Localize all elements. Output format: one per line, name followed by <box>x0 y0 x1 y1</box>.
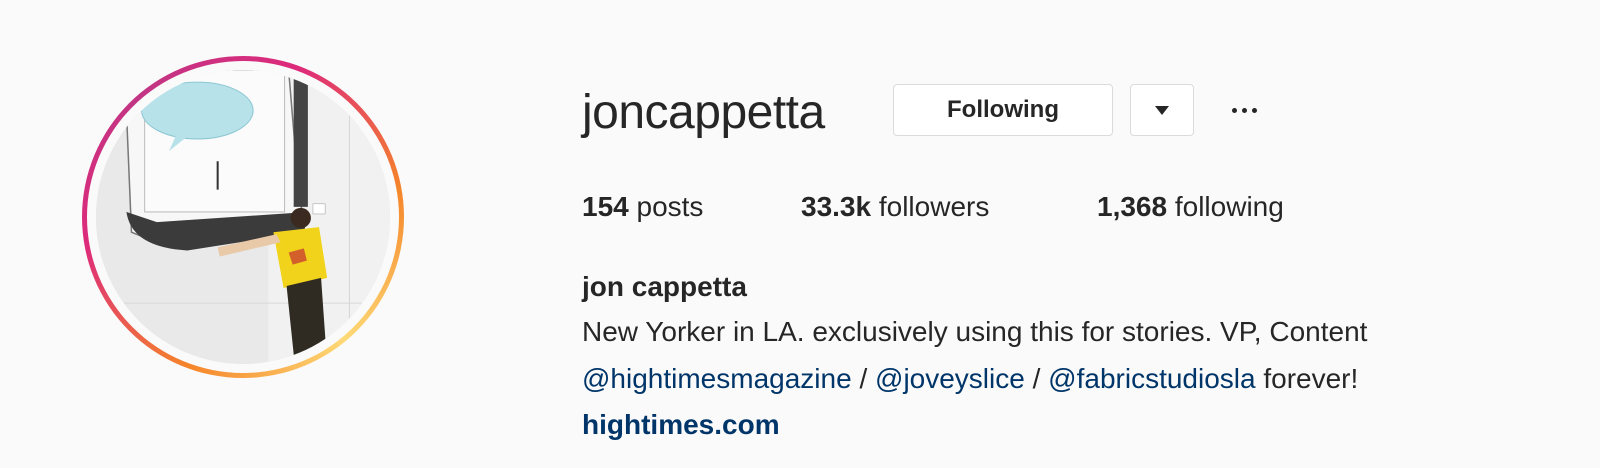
more-options-button[interactable] <box>1224 92 1264 128</box>
posts-count-label: posts <box>636 191 704 222</box>
followers-link[interactable]: 33.3k followers <box>801 190 989 224</box>
full-name: jon cappetta <box>582 271 747 302</box>
posts-count-value: 154 <box>582 191 629 222</box>
avatar[interactable] <box>96 70 390 364</box>
bio-mentions: @hightimesmagazine / @joveyslice / @fabr… <box>582 362 1358 396</box>
mention-link-joveyslice[interactable]: @joveyslice <box>875 363 1025 394</box>
following-count-value: 1,368 <box>1097 191 1168 222</box>
chevron-down-icon <box>1155 105 1169 115</box>
following-count-label: following <box>1174 191 1284 222</box>
suggested-dropdown-button[interactable] <box>1130 84 1194 136</box>
bio-text: New Yorker in LA. exclusively using this… <box>582 316 1368 347</box>
bio-separator: / <box>1024 363 1049 394</box>
following-link[interactable]: 1,368 following <box>1097 190 1284 224</box>
followers-count-value: 33.3k <box>801 191 872 222</box>
website-link[interactable]: hightimes.com <box>582 408 780 442</box>
bio-tail: forever! <box>1255 363 1359 394</box>
posts-count: 154 posts <box>582 190 703 224</box>
more-options-icon <box>1231 107 1237 113</box>
story-ring[interactable] <box>82 56 404 378</box>
profile-header: joncappetta Following 154 posts 33.3k fo… <box>0 0 1600 468</box>
mention-link-hightimesmagazine[interactable]: @hightimesmagazine <box>582 363 852 394</box>
bio-separator: / <box>851 363 876 394</box>
following-button[interactable]: Following <box>893 84 1113 136</box>
mention-link-fabricstudiosla[interactable]: @fabricstudiosla <box>1048 363 1255 394</box>
profile-photo <box>96 70 390 364</box>
username: joncappetta <box>582 86 825 139</box>
followers-count-label: followers <box>878 191 990 222</box>
